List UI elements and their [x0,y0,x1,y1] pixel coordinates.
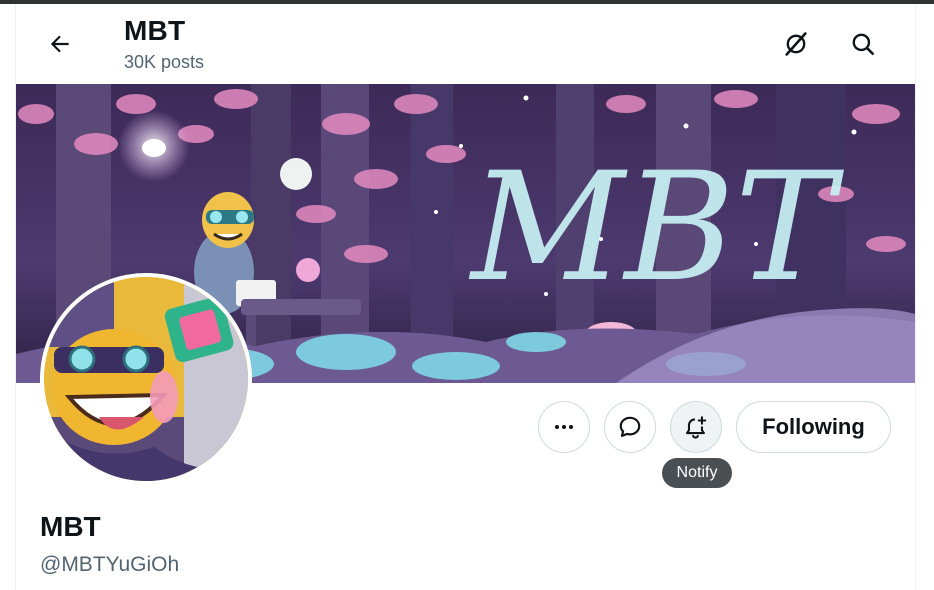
avatar [44,277,248,481]
message-bubble-icon [619,416,641,437]
banner-wordmark: MBT [468,141,845,315]
grok-button[interactable] [776,24,816,64]
header-title-block: MBT 30K posts [124,14,204,74]
search-icon [852,33,875,56]
notify-tooltip: Notify [662,458,732,488]
message-button[interactable] [604,401,656,453]
more-button[interactable] [538,401,590,453]
display-name: MBT [40,511,101,542]
avatar-frame[interactable] [40,273,252,485]
arrow-left-icon [50,35,69,53]
grok-icon [785,32,807,56]
page-title: MBT [124,15,186,46]
profile-column: MBT 30K posts MBT Following Notify MBT @… [15,4,916,590]
post-count: 30K posts [124,52,205,72]
avatar-image [44,277,248,481]
bell-plus-icon [685,416,707,439]
more-dots-icon [555,425,573,429]
back-button[interactable] [40,24,80,64]
search-button[interactable] [843,24,883,64]
following-button[interactable]: Following [736,401,891,453]
notify-button[interactable] [670,401,722,453]
user-handle: @MBTYuGiOh [40,553,180,576]
